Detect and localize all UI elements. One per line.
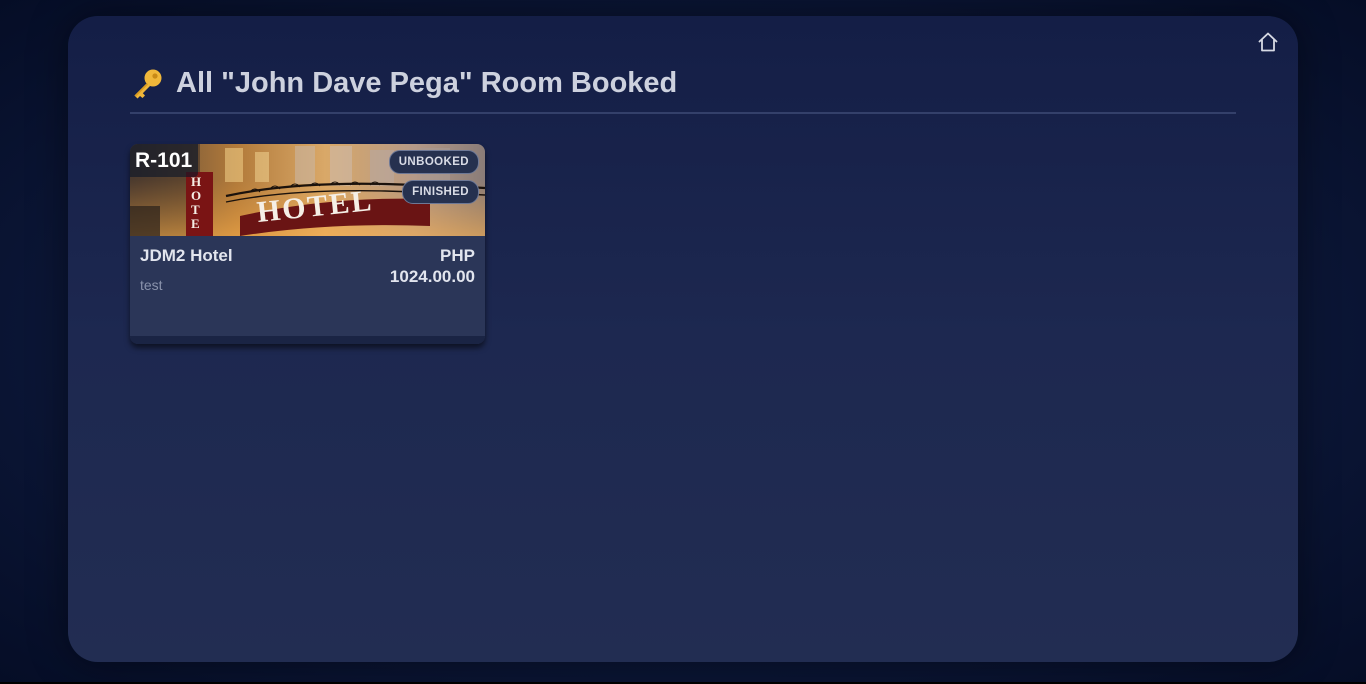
status-badge-unbooked: UNBOOKED: [388, 150, 479, 174]
room-card-footer: [130, 336, 485, 344]
hotel-name: JDM2 Hotel: [140, 246, 233, 265]
svg-text:T: T: [191, 202, 200, 217]
room-description: test: [140, 277, 163, 293]
page-header: All "John Dave Pega" Room Booked: [130, 66, 1236, 114]
svg-text:O: O: [191, 188, 201, 203]
home-icon[interactable]: [1256, 30, 1280, 54]
room-card[interactable]: HOTEL H O T E R-101 UNBOOKED FINISHED JD…: [130, 144, 485, 344]
key-icon: [134, 69, 162, 99]
svg-text:E: E: [191, 216, 200, 231]
page-title: All "John Dave Pega" Room Booked: [176, 67, 678, 99]
status-badge-finished: FINISHED: [402, 180, 479, 204]
room-card-body: JDM2 Hotel test PHP 1024.00.00: [130, 236, 485, 336]
price-currency: PHP: [440, 246, 475, 265]
price-amount: 1024.00.00: [389, 267, 475, 286]
main-panel: All "John Dave Pega" Room Booked HOTEL H…: [68, 16, 1298, 662]
room-code: R-101: [130, 144, 199, 177]
